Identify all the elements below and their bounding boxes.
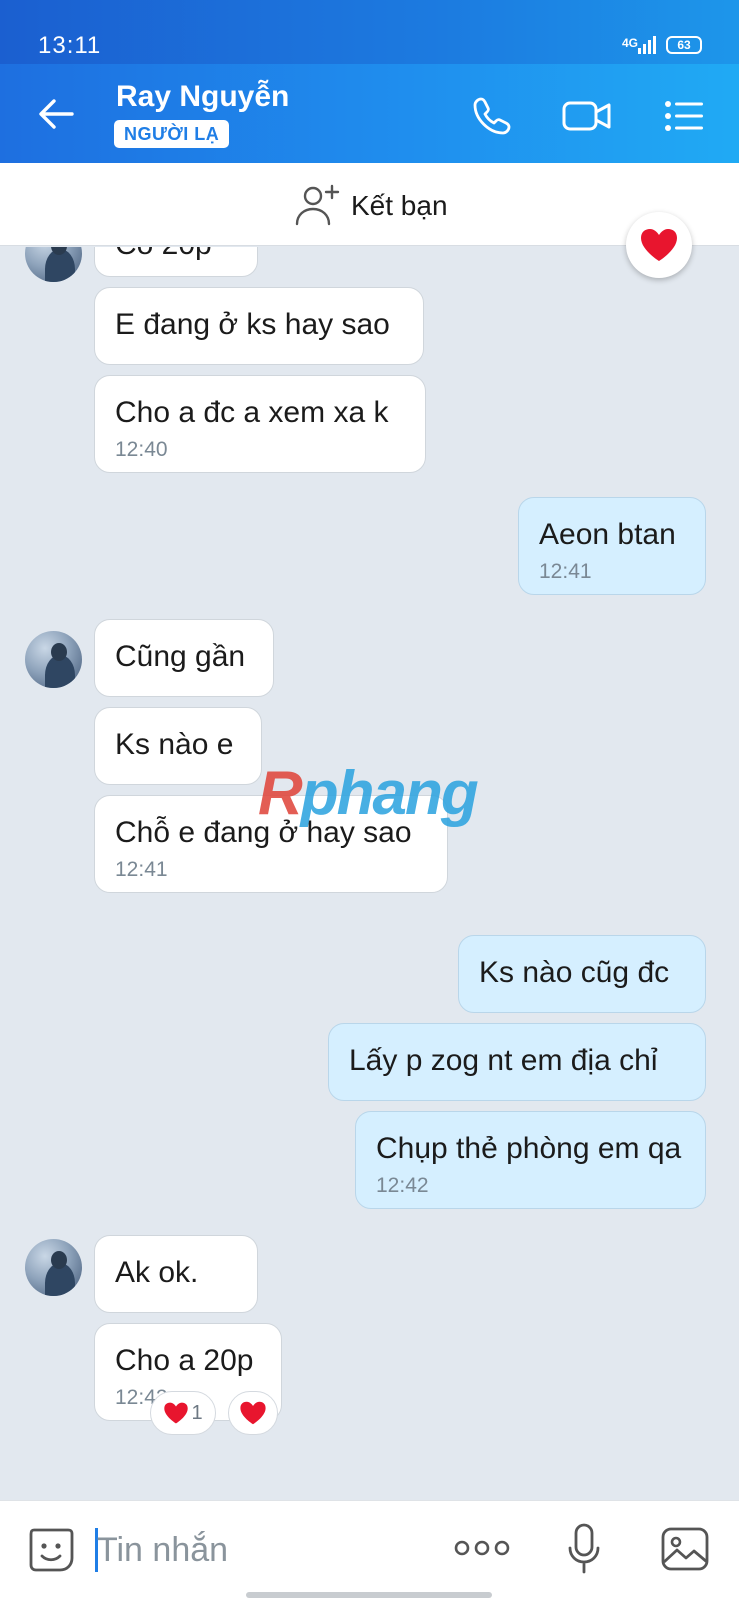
message-bubble[interactable]: Ak ok. (94, 1235, 258, 1313)
sticker-icon[interactable] (26, 1524, 76, 1574)
back-arrow-icon[interactable] (36, 94, 76, 134)
phone-icon[interactable] (470, 94, 514, 138)
message-input[interactable] (97, 1524, 397, 1576)
message-text: Cho a đc a xem xa k (115, 396, 389, 429)
message-text: Lấy p zog nt em địa chỉ (349, 1044, 658, 1077)
message-text: Aeon btan (539, 518, 676, 551)
message-text: Ak ok. (115, 1256, 199, 1289)
message-bubble[interactable]: Cho a đc a xem xa k 12:40 (94, 375, 426, 473)
message-time: 12:42 (376, 1174, 429, 1197)
contact-name[interactable]: Ray Nguyễn (116, 80, 289, 114)
message-text: Ks nào cũg đc (479, 956, 670, 989)
message-text: Chụp thẻ phòng em qa (376, 1132, 682, 1165)
stranger-badge: NGƯỜI LẠ (114, 120, 230, 148)
message-text: Ks nào e (115, 728, 234, 761)
image-icon[interactable] (660, 1526, 710, 1572)
menu-list-icon[interactable] (662, 94, 706, 138)
message-bubble[interactable]: Có 20p (94, 247, 258, 277)
battery-icon: 63 (666, 36, 702, 54)
avatar[interactable] (25, 631, 82, 688)
avatar[interactable] (25, 247, 82, 282)
reaction-number: 1 (191, 1401, 203, 1424)
message-bubble[interactable]: Lấy p zog nt em địa chỉ (328, 1023, 706, 1101)
more-options-icon[interactable] (454, 1534, 510, 1562)
video-call-icon[interactable] (561, 94, 613, 138)
message-list[interactable]: Có 20p E đang ở ks hay sao Cho a đc a xe… (0, 247, 739, 1500)
message-bubble[interactable]: Cũng gần (94, 619, 274, 697)
message-time: 12:41 (115, 858, 168, 881)
message-bubble[interactable]: Chụp thẻ phòng em qa 12:42 (355, 1111, 706, 1209)
message-bubble[interactable]: Ks nào cũg đc (458, 935, 706, 1013)
avatar[interactable] (25, 1239, 82, 1296)
add-reaction-button[interactable] (228, 1391, 278, 1435)
message-bubble[interactable]: E đang ở ks hay sao (94, 287, 424, 365)
message-bubble[interactable]: Chỗ e đang ở hay sao 12:41 (94, 795, 448, 893)
message-bubble[interactable]: Ks nào e (94, 707, 262, 785)
status-bar: 13:11 4G 63 (0, 0, 739, 64)
heart-icon (164, 1402, 189, 1424)
message-bubble[interactable]: Aeon btan 12:41 (518, 497, 706, 595)
reaction-count[interactable]: 1 (150, 1391, 216, 1435)
signal-icon (638, 36, 656, 54)
message-text: Chỗ e đang ở hay sao (115, 816, 412, 849)
heart-react-button[interactable] (626, 212, 692, 278)
network-label: 4G (622, 36, 639, 50)
heart-icon (641, 229, 677, 261)
add-friend-icon[interactable] (294, 184, 342, 226)
message-text: Có 20p (115, 247, 237, 262)
message-time: 12:40 (115, 438, 168, 461)
heart-icon (240, 1401, 266, 1425)
message-text: E đang ở ks hay sao (115, 308, 390, 341)
microphone-icon[interactable] (566, 1522, 602, 1576)
home-indicator (246, 1592, 492, 1598)
message-text: Cho a 20p (115, 1344, 254, 1377)
message-text: Cũng gần (115, 640, 246, 673)
add-friend-label[interactable]: Kết bạn (351, 190, 448, 222)
clock: 13:11 (38, 32, 102, 59)
message-time: 12:41 (539, 560, 592, 583)
